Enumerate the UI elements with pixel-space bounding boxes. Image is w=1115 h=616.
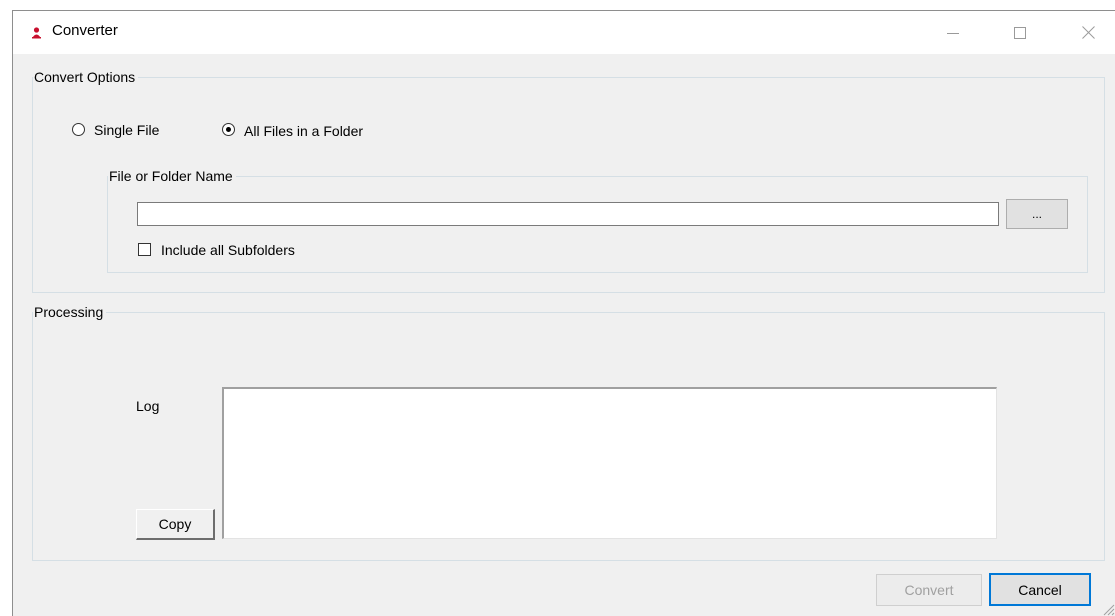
file-folder-group: File or Folder Name ... Include all Subf…	[107, 168, 1088, 273]
processing-label: Processing	[33, 304, 107, 320]
convert-label: Convert	[904, 582, 954, 598]
cancel-button[interactable]: Cancel	[989, 573, 1091, 606]
log-label: Log	[136, 398, 160, 414]
all-files-radio[interactable]	[222, 123, 235, 136]
title-bar[interactable]: Converter	[13, 11, 1115, 54]
convert-options-label: Convert Options	[33, 69, 139, 85]
single-file-label[interactable]: Single File	[94, 122, 159, 138]
window-title: Converter	[52, 22, 118, 39]
resize-grip-icon[interactable]	[1101, 602, 1115, 616]
copy-label: Copy	[158, 516, 192, 532]
path-input[interactable]	[137, 202, 999, 226]
maximize-button[interactable]	[997, 11, 1043, 54]
convert-button[interactable]: Convert	[876, 574, 982, 606]
browse-button[interactable]: ...	[1006, 199, 1068, 229]
close-button[interactable]	[1065, 11, 1111, 54]
cancel-label: Cancel	[1018, 581, 1062, 598]
app-icon	[30, 26, 43, 39]
converter-window: Converter Convert Options Single File Al…	[12, 10, 1115, 616]
file-folder-label: File or Folder Name	[108, 168, 236, 184]
processing-group: Processing Log Copy	[32, 304, 1105, 561]
copy-button[interactable]: Copy	[136, 509, 215, 540]
include-subfolders-label[interactable]: Include all Subfolders	[161, 242, 295, 258]
log-textarea[interactable]	[222, 387, 997, 539]
minimize-icon	[947, 32, 959, 34]
all-files-label[interactable]: All Files in a Folder	[244, 123, 363, 139]
close-icon	[1081, 26, 1095, 39]
browse-label: ...	[1031, 207, 1042, 221]
convert-options-group: Convert Options Single File All Files in…	[32, 69, 1105, 293]
minimize-button[interactable]	[930, 11, 976, 54]
single-file-radio[interactable]	[72, 123, 85, 136]
include-subfolders-checkbox[interactable]	[138, 243, 151, 256]
maximize-icon	[1014, 26, 1026, 39]
